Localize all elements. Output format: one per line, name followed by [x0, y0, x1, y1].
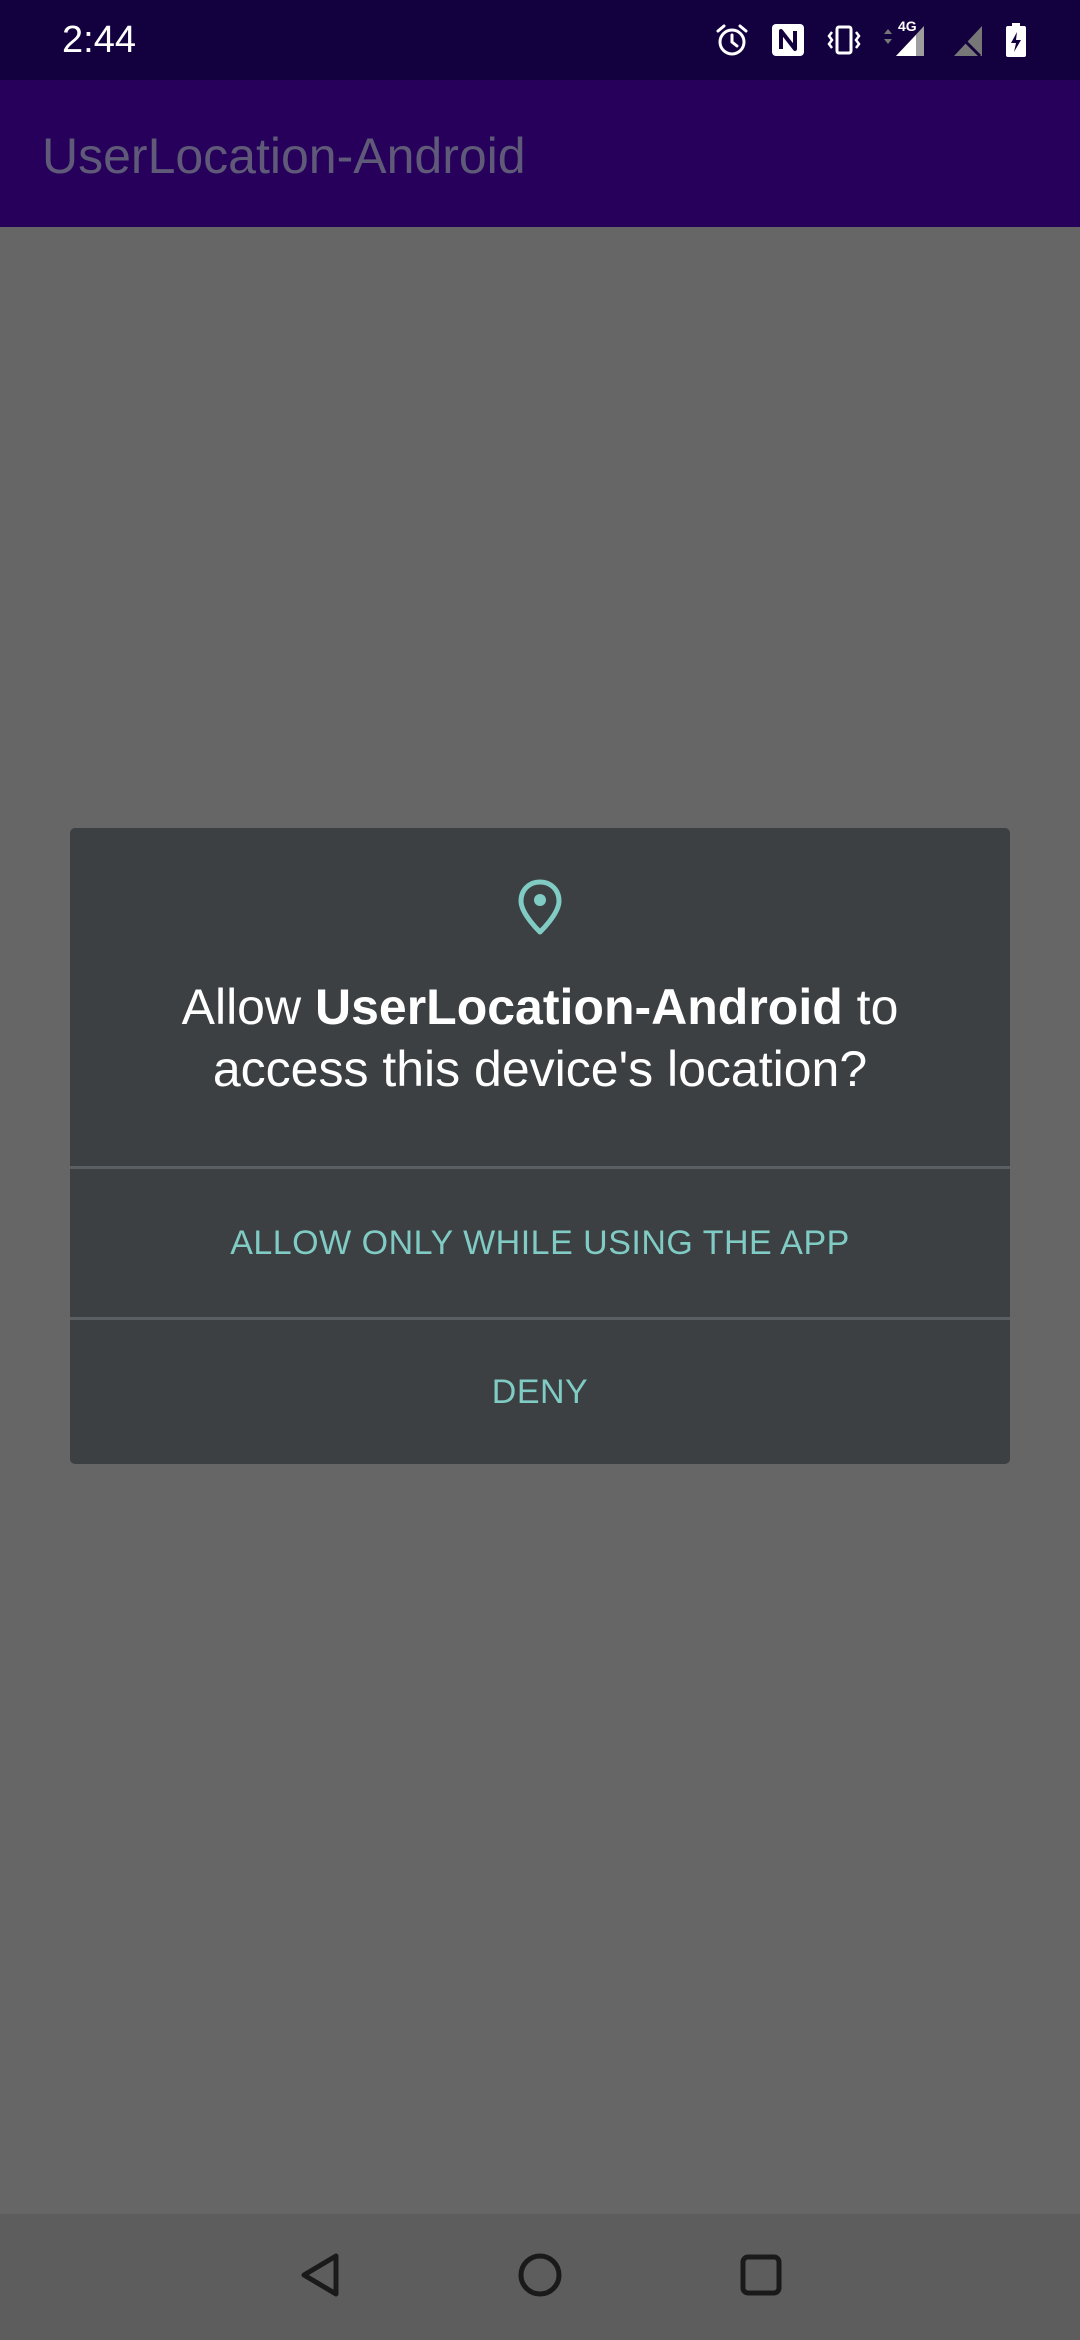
- status-time: 2:44: [62, 19, 136, 61]
- app-bar: UserLocation-Android: [0, 80, 1080, 227]
- dialog-message-prefix: Allow: [181, 979, 315, 1035]
- vibrate-icon: [826, 22, 862, 58]
- dialog-header: Allow UserLocation-Android to access thi…: [70, 828, 1010, 1166]
- deny-button[interactable]: DENY: [70, 1320, 1010, 1464]
- home-button[interactable]: [507, 2244, 573, 2310]
- status-icons: 4G: [714, 18, 1028, 60]
- back-button[interactable]: [287, 2244, 353, 2310]
- no-sim-icon: [948, 22, 984, 58]
- dialog-message: Allow UserLocation-Android to access thi…: [110, 976, 970, 1100]
- home-icon: [516, 2251, 564, 2304]
- nfc-icon: [770, 22, 806, 58]
- alarm-icon: [714, 22, 750, 58]
- back-icon: [298, 2251, 342, 2304]
- navigation-bar: [0, 2214, 1080, 2340]
- recents-icon: [739, 2253, 783, 2302]
- battery-icon: [1004, 22, 1028, 58]
- screen: 2:44 4G UserLocation-Android Allow UserL…: [0, 0, 1080, 2340]
- status-bar: 2:44 4G: [0, 0, 1080, 80]
- recents-button[interactable]: [728, 2244, 794, 2310]
- location-pin-icon: [516, 878, 564, 936]
- network-type-label: 4G: [898, 18, 917, 34]
- signal-4g-icon: 4G: [882, 18, 928, 58]
- dialog-message-app-name: UserLocation-Android: [314, 979, 843, 1035]
- allow-while-using-button[interactable]: ALLOW ONLY WHILE USING THE APP: [70, 1169, 1010, 1317]
- app-title: UserLocation-Android: [42, 128, 526, 184]
- permission-dialog: Allow UserLocation-Android to access thi…: [70, 828, 1010, 1464]
